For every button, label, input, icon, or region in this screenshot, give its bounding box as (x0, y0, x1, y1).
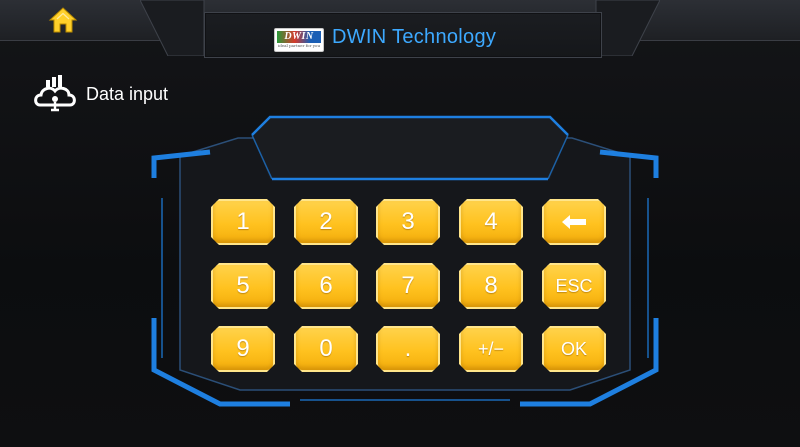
screen: DWIN ideal partner for you DWIN Technolo… (0, 0, 800, 447)
key-2[interactable]: 2 (294, 199, 358, 245)
decimal-point-key[interactable]: . (376, 326, 440, 372)
key-4[interactable]: 4 (459, 199, 523, 245)
arrow-left-icon (562, 215, 586, 229)
ok-key[interactable]: OK (542, 326, 606, 372)
home-icon (48, 7, 78, 33)
key-6[interactable]: 6 (294, 263, 358, 309)
brand-logo: DWIN ideal partner for you (274, 28, 324, 52)
home-button[interactable] (40, 3, 86, 37)
app-title: DWIN Technology (332, 26, 497, 48)
section-heading-label: Data input (86, 83, 169, 104)
key-7[interactable]: 7 (376, 263, 440, 309)
brand-logo-tagline: ideal partner for you (277, 43, 321, 48)
section-heading: Data input (32, 75, 169, 112)
cloud-data-icon (34, 75, 76, 112)
sign-toggle-key[interactable]: +/− (459, 326, 523, 372)
key-5[interactable]: 5 (211, 263, 275, 309)
key-0[interactable]: 0 (294, 326, 358, 372)
display-value (280, 130, 540, 160)
key-1[interactable]: 1 (211, 199, 275, 245)
esc-key[interactable]: ESC (542, 263, 606, 309)
key-9[interactable]: 9 (211, 326, 275, 372)
backspace-key[interactable] (542, 199, 606, 245)
title-plate-wing-left (140, 0, 205, 56)
key-3[interactable]: 3 (376, 199, 440, 245)
key-8[interactable]: 8 (459, 263, 523, 309)
brand-logo-text: DWIN (277, 31, 321, 43)
